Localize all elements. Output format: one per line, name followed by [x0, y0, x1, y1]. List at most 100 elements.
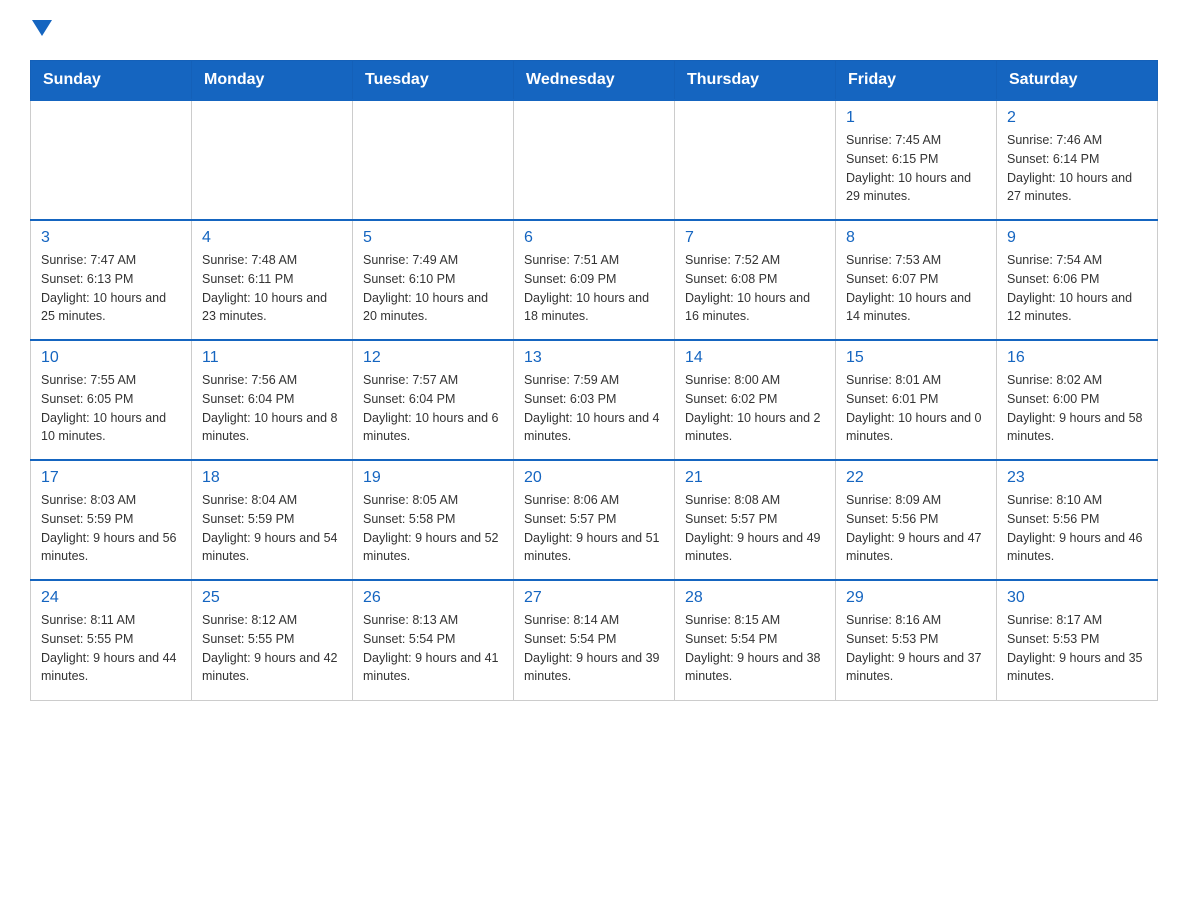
- page-header: [30, 20, 1158, 40]
- day-info: Sunrise: 7:54 AMSunset: 6:06 PMDaylight:…: [1007, 251, 1147, 326]
- calendar-day-cell: 11 Sunrise: 7:56 AMSunset: 6:04 PMDayligh…: [192, 340, 353, 460]
- calendar-week-row: 10 Sunrise: 7:55 AMSunset: 6:05 PMDayligh…: [31, 340, 1158, 460]
- day-info: Sunrise: 7:56 AMSunset: 6:04 PMDaylight:…: [202, 371, 342, 446]
- day-number: 1: [846, 109, 986, 127]
- day-number: 24: [41, 589, 181, 607]
- calendar-day-cell: 21 Sunrise: 8:08 AMSunset: 5:57 PMDayligh…: [675, 460, 836, 580]
- day-info: Sunrise: 7:52 AMSunset: 6:08 PMDaylight:…: [685, 251, 825, 326]
- day-number: 2: [1007, 109, 1147, 127]
- day-number: 23: [1007, 469, 1147, 487]
- calendar-day-cell: 13 Sunrise: 7:59 AMSunset: 6:03 PMDayligh…: [514, 340, 675, 460]
- calendar-day-cell: 4 Sunrise: 7:48 AMSunset: 6:11 PMDaylight…: [192, 220, 353, 340]
- day-number: 30: [1007, 589, 1147, 607]
- day-number: 7: [685, 229, 825, 247]
- day-number: 6: [524, 229, 664, 247]
- day-number: 13: [524, 349, 664, 367]
- day-info: Sunrise: 8:17 AMSunset: 5:53 PMDaylight:…: [1007, 611, 1147, 686]
- calendar-day-cell: 8 Sunrise: 7:53 AMSunset: 6:07 PMDaylight…: [836, 220, 997, 340]
- calendar-day-cell: 5Sunrise: 7:49 AMSunset: 6:10 PMDaylight…: [353, 220, 514, 340]
- calendar-week-row: 1 Sunrise: 7:45 AMSunset: 6:15 PMDaylight…: [31, 100, 1158, 220]
- calendar-day-cell: 22 Sunrise: 8:09 AMSunset: 5:56 PMDayligh…: [836, 460, 997, 580]
- day-info: Sunrise: 7:48 AMSunset: 6:11 PMDaylight:…: [202, 251, 342, 326]
- day-number: 16: [1007, 349, 1147, 367]
- calendar-day-cell: [31, 100, 192, 220]
- day-of-week-header: Wednesday: [514, 61, 675, 101]
- day-number: 18: [202, 469, 342, 487]
- calendar-header-row: SundayMondayTuesdayWednesdayThursdayFrid…: [31, 61, 1158, 101]
- calendar-day-cell: [675, 100, 836, 220]
- calendar-day-cell: 10 Sunrise: 7:55 AMSunset: 6:05 PMDayligh…: [31, 340, 192, 460]
- day-number: 14: [685, 349, 825, 367]
- day-info: Sunrise: 7:53 AMSunset: 6:07 PMDaylight:…: [846, 251, 986, 326]
- logo: [30, 20, 52, 40]
- day-number: 26: [363, 589, 503, 607]
- calendar-day-cell: 23 Sunrise: 8:10 AMSunset: 5:56 PMDayligh…: [997, 460, 1158, 580]
- calendar-week-row: 24 Sunrise: 8:11 AMSunset: 5:55 PMDayligh…: [31, 580, 1158, 700]
- day-info: Sunrise: 8:06 AMSunset: 5:57 PMDaylight:…: [524, 491, 664, 566]
- day-number: 15: [846, 349, 986, 367]
- calendar-day-cell: 20 Sunrise: 8:06 AMSunset: 5:57 PMDayligh…: [514, 460, 675, 580]
- calendar-day-cell: [192, 100, 353, 220]
- calendar-day-cell: 30 Sunrise: 8:17 AMSunset: 5:53 PMDayligh…: [997, 580, 1158, 700]
- calendar-day-cell: 14Sunrise: 8:00 AMSunset: 6:02 PMDayligh…: [675, 340, 836, 460]
- calendar-day-cell: [353, 100, 514, 220]
- day-of-week-header: Thursday: [675, 61, 836, 101]
- logo-triangle-icon: [32, 20, 52, 36]
- calendar-day-cell: [514, 100, 675, 220]
- day-of-week-header: Sunday: [31, 61, 192, 101]
- calendar-day-cell: 1 Sunrise: 7:45 AMSunset: 6:15 PMDaylight…: [836, 100, 997, 220]
- day-info: Sunrise: 7:59 AMSunset: 6:03 PMDaylight:…: [524, 371, 664, 446]
- calendar-day-cell: 15 Sunrise: 8:01 AMSunset: 6:01 PMDayligh…: [836, 340, 997, 460]
- calendar-day-cell: 17Sunrise: 8:03 AMSunset: 5:59 PMDayligh…: [31, 460, 192, 580]
- calendar-day-cell: 26 Sunrise: 8:13 AMSunset: 5:54 PMDayligh…: [353, 580, 514, 700]
- day-number: 9: [1007, 229, 1147, 247]
- day-number: 12: [363, 349, 503, 367]
- calendar-day-cell: 2 Sunrise: 7:46 AMSunset: 6:14 PMDaylight…: [997, 100, 1158, 220]
- day-of-week-header: Monday: [192, 61, 353, 101]
- calendar-day-cell: 3Sunrise: 7:47 AMSunset: 6:13 PMDaylight…: [31, 220, 192, 340]
- day-number: 5: [363, 229, 503, 247]
- day-info: Sunrise: 7:45 AMSunset: 6:15 PMDaylight:…: [846, 131, 986, 206]
- day-info: Sunrise: 8:02 AMSunset: 6:00 PMDaylight:…: [1007, 371, 1147, 446]
- day-of-week-header: Tuesday: [353, 61, 514, 101]
- calendar-day-cell: 24 Sunrise: 8:11 AMSunset: 5:55 PMDayligh…: [31, 580, 192, 700]
- day-info: Sunrise: 8:08 AMSunset: 5:57 PMDaylight:…: [685, 491, 825, 566]
- day-number: 29: [846, 589, 986, 607]
- day-info: Sunrise: 8:09 AMSunset: 5:56 PMDaylight:…: [846, 491, 986, 566]
- day-info: Sunrise: 8:01 AMSunset: 6:01 PMDaylight:…: [846, 371, 986, 446]
- day-info: Sunrise: 7:57 AMSunset: 6:04 PMDaylight:…: [363, 371, 503, 446]
- day-number: 27: [524, 589, 664, 607]
- day-number: 21: [685, 469, 825, 487]
- calendar-week-row: 3Sunrise: 7:47 AMSunset: 6:13 PMDaylight…: [31, 220, 1158, 340]
- day-info: Sunrise: 8:13 AMSunset: 5:54 PMDaylight:…: [363, 611, 503, 686]
- calendar-day-cell: 12 Sunrise: 7:57 AMSunset: 6:04 PMDayligh…: [353, 340, 514, 460]
- day-number: 11: [202, 349, 342, 367]
- day-info: Sunrise: 8:16 AMSunset: 5:53 PMDaylight:…: [846, 611, 986, 686]
- day-number: 4: [202, 229, 342, 247]
- day-number: 20: [524, 469, 664, 487]
- calendar-day-cell: 19 Sunrise: 8:05 AMSunset: 5:58 PMDayligh…: [353, 460, 514, 580]
- calendar-day-cell: 27Sunrise: 8:14 AMSunset: 5:54 PMDayligh…: [514, 580, 675, 700]
- day-info: Sunrise: 7:55 AMSunset: 6:05 PMDaylight:…: [41, 371, 181, 446]
- calendar-day-cell: 6Sunrise: 7:51 AMSunset: 6:09 PMDaylight…: [514, 220, 675, 340]
- day-number: 25: [202, 589, 342, 607]
- day-info: Sunrise: 8:11 AMSunset: 5:55 PMDaylight:…: [41, 611, 181, 686]
- day-info: Sunrise: 8:03 AMSunset: 5:59 PMDaylight:…: [41, 491, 181, 566]
- calendar-day-cell: 29 Sunrise: 8:16 AMSunset: 5:53 PMDayligh…: [836, 580, 997, 700]
- day-info: Sunrise: 8:05 AMSunset: 5:58 PMDaylight:…: [363, 491, 503, 566]
- day-info: Sunrise: 7:46 AMSunset: 6:14 PMDaylight:…: [1007, 131, 1147, 206]
- calendar-day-cell: 25Sunrise: 8:12 AMSunset: 5:55 PMDayligh…: [192, 580, 353, 700]
- day-info: Sunrise: 8:15 AMSunset: 5:54 PMDaylight:…: [685, 611, 825, 686]
- day-number: 8: [846, 229, 986, 247]
- calendar-day-cell: 16 Sunrise: 8:02 AMSunset: 6:00 PMDayligh…: [997, 340, 1158, 460]
- day-number: 28: [685, 589, 825, 607]
- day-of-week-header: Saturday: [997, 61, 1158, 101]
- calendar-table: SundayMondayTuesdayWednesdayThursdayFrid…: [30, 60, 1158, 701]
- day-number: 19: [363, 469, 503, 487]
- day-number: 10: [41, 349, 181, 367]
- day-info: Sunrise: 7:47 AMSunset: 6:13 PMDaylight:…: [41, 251, 181, 326]
- calendar-day-cell: 9 Sunrise: 7:54 AMSunset: 6:06 PMDaylight…: [997, 220, 1158, 340]
- day-number: 22: [846, 469, 986, 487]
- calendar-day-cell: 18Sunrise: 8:04 AMSunset: 5:59 PMDayligh…: [192, 460, 353, 580]
- day-info: Sunrise: 8:10 AMSunset: 5:56 PMDaylight:…: [1007, 491, 1147, 566]
